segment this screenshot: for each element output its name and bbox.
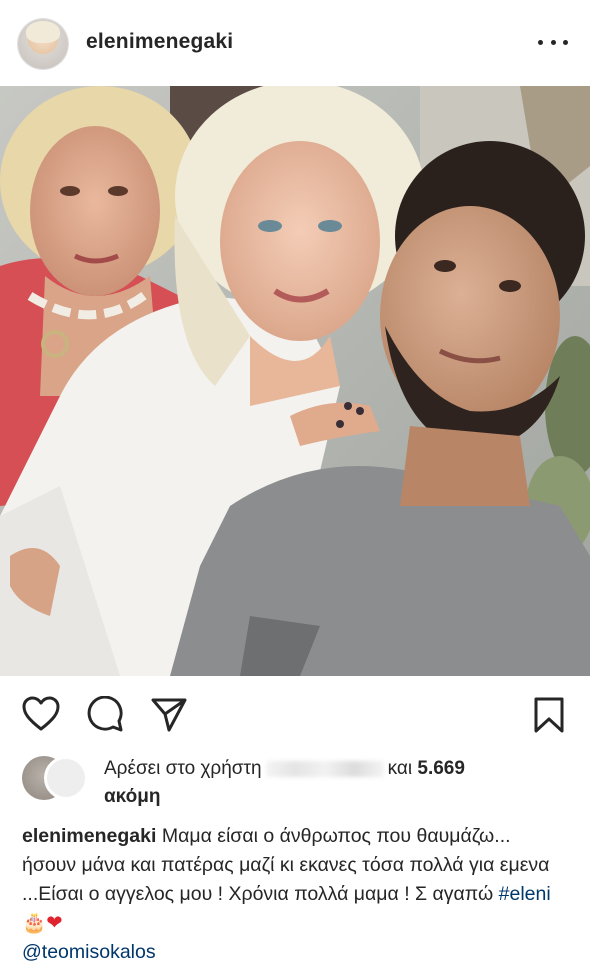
more-dot — [538, 39, 543, 45]
redacted-username — [265, 760, 384, 777]
likes-suffix[interactable]: ακόμη — [104, 786, 160, 808]
more-dot — [563, 39, 568, 45]
post-username[interactable]: elenimenegaki — [86, 30, 233, 54]
post-photo[interactable] — [0, 86, 590, 676]
caption-username[interactable]: elenimenegaki — [22, 825, 156, 847]
post-actions-bar — [0, 676, 590, 750]
comment-icon[interactable] — [86, 695, 124, 739]
cake-emoji-icon: 🎂 — [22, 912, 47, 934]
send-paper-plane-icon[interactable] — [150, 696, 188, 739]
likes-text: Αρέσει στο χρήστη και 5.669 — [104, 758, 465, 780]
likes-section: Αρέσει στο χρήστη και 5.669 ακόμη — [0, 748, 590, 812]
post-photo-illustration — [0, 86, 590, 676]
more-dot — [550, 39, 556, 45]
profile-avatar[interactable] — [18, 19, 68, 69]
more-options-icon[interactable] — [538, 30, 568, 54]
post-caption: elenimenegaki Μαμα είσαι ο άνθρωπος που … — [22, 822, 570, 967]
bookmark-icon[interactable] — [532, 696, 566, 739]
likes-prefix: Αρέσει στο χρήστη — [104, 758, 262, 779]
caption-hashtag[interactable]: #eleni — [499, 883, 551, 905]
post-header: elenimenegaki — [0, 0, 590, 86]
heart-emoji-icon: ❤ — [46, 912, 63, 934]
likes-connector: και — [387, 758, 413, 779]
likes-count[interactable]: 5.669 — [417, 758, 465, 779]
heart-outline-icon[interactable] — [22, 696, 60, 737]
liker-avatar[interactable] — [44, 756, 88, 800]
